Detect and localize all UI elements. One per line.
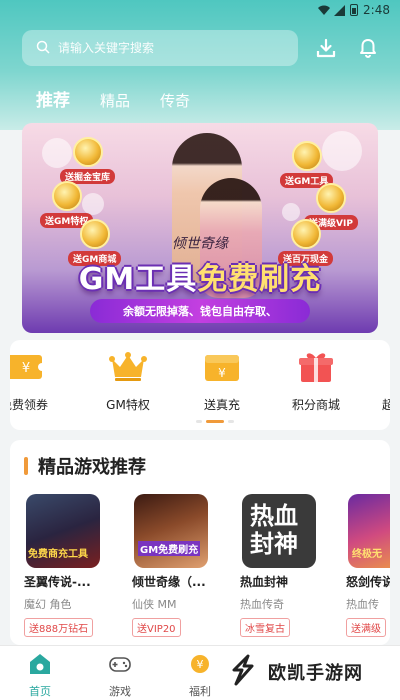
quick-action-recharge[interactable]: ¥ 送真充 [182, 350, 262, 413]
game-tag: 送888万钻石 [24, 618, 94, 637]
game-tag: 冰雪复古 [240, 618, 290, 637]
banner-headline: GM工具 免费刷充 [52, 255, 348, 297]
game-tag: 送VIP20 [132, 618, 181, 637]
game-tag: 送满级 [346, 618, 386, 637]
game-meta: 仙侠 MM [132, 598, 177, 611]
game-card[interactable]: GM免费刷充 倾世奇缘（... 仙侠 MM 送VIP20 [132, 494, 222, 637]
promo-banner[interactable]: 送掘金宝库 送GM特权 送GM商城 送GM工具 送满级VIP 送百万现金 倾世奇… [22, 123, 378, 333]
section-header: 精品游戏推荐 [24, 453, 146, 479]
featured-games-section: 精品游戏推荐 免费商充工具 圣翼传说-... 魔幻 角色 送888万钻石 GM免… [10, 440, 390, 645]
top-tabs: 推荐 精品 传奇 [36, 86, 190, 111]
search-bar[interactable] [22, 30, 298, 66]
download-icon[interactable] [314, 36, 338, 60]
nav-games[interactable]: 游戏 [90, 652, 150, 699]
nav-home[interactable]: 首页 [10, 652, 70, 699]
coupon-icon: ¥ [10, 350, 44, 384]
watermark-text: 欧凯手游网 [268, 663, 363, 684]
game-card[interactable]: 热血封神 热血封神 热血传奇 冰雪复古 [240, 494, 330, 637]
nav-welfare[interactable]: ¥ 福利 [170, 652, 230, 699]
badge-treasure: 送掘金宝库 [60, 137, 116, 184]
crown-icon [108, 350, 148, 384]
game-card[interactable]: 免费商充工具 圣翼传说-... 魔幻 角色 送888万钻石 [24, 494, 114, 637]
game-cover: 终极无 [348, 494, 390, 568]
headline-part1: GM工具 [78, 262, 198, 297]
headline-part2: 免费刷充 [197, 262, 322, 297]
banner-subline: 余额无限掉落、钱包自由存取、 [90, 299, 310, 323]
coin-icon: ¥ [188, 652, 212, 680]
search-input[interactable] [58, 41, 278, 55]
site-watermark: 欧凯手游网 [222, 650, 369, 694]
game-name: 倾世奇缘（... [132, 575, 206, 589]
banner-game-logo: 倾世奇缘 [172, 236, 228, 252]
status-bar: 2:48 [0, 0, 400, 20]
svg-text:¥: ¥ [218, 366, 226, 380]
game-cover: 免费商充工具 [26, 494, 100, 568]
game-meta: 热血传奇 [240, 598, 284, 611]
gamepad-icon [108, 652, 132, 680]
game-name: 怒剑传说 [346, 575, 390, 589]
game-name: 圣翼传说-... [24, 575, 91, 589]
tab-legend[interactable]: 传奇 [160, 90, 190, 111]
quick-action-more[interactable]: 超 [348, 350, 390, 413]
wallet-icon: ¥ [202, 350, 242, 384]
tab-recommend[interactable]: 推荐 [36, 86, 70, 111]
status-time: 2:48 [363, 3, 390, 17]
quick-action-mall[interactable]: 积分商城 [276, 350, 356, 413]
bell-icon[interactable] [356, 36, 380, 60]
watermark-logo-icon [226, 653, 260, 691]
game-meta: 热血传 [346, 598, 379, 611]
scroll-indicator [196, 420, 234, 423]
svg-text:¥: ¥ [22, 361, 30, 376]
section-title: 精品游戏推荐 [38, 457, 146, 478]
quick-actions: ¥ 免费领券 GM特权 ¥ 送真充 [10, 340, 390, 430]
more-icon [368, 350, 390, 384]
cell-signal-icon [334, 4, 346, 16]
tab-featured[interactable]: 精品 [100, 90, 130, 111]
game-card[interactable]: 终极无 怒剑传说 热血传 送满级 [346, 494, 390, 637]
game-meta: 魔幻 角色 [24, 598, 72, 611]
badge-gm-tool: 送GM工具 [280, 141, 334, 188]
game-name: 热血封神 [240, 575, 289, 589]
quick-action-gm[interactable]: GM特权 [88, 350, 168, 413]
section-accent-bar [24, 457, 28, 475]
battery-icon [350, 4, 359, 16]
gift-icon [296, 350, 336, 384]
svg-text:¥: ¥ [197, 658, 204, 671]
wifi-icon [318, 5, 331, 16]
game-cover: 热血封神 [242, 494, 316, 568]
search-icon [36, 39, 50, 58]
quick-action-coupon[interactable]: ¥ 免费领券 [10, 350, 64, 413]
game-cover: GM免费刷充 [134, 494, 208, 568]
home-icon [28, 652, 52, 680]
